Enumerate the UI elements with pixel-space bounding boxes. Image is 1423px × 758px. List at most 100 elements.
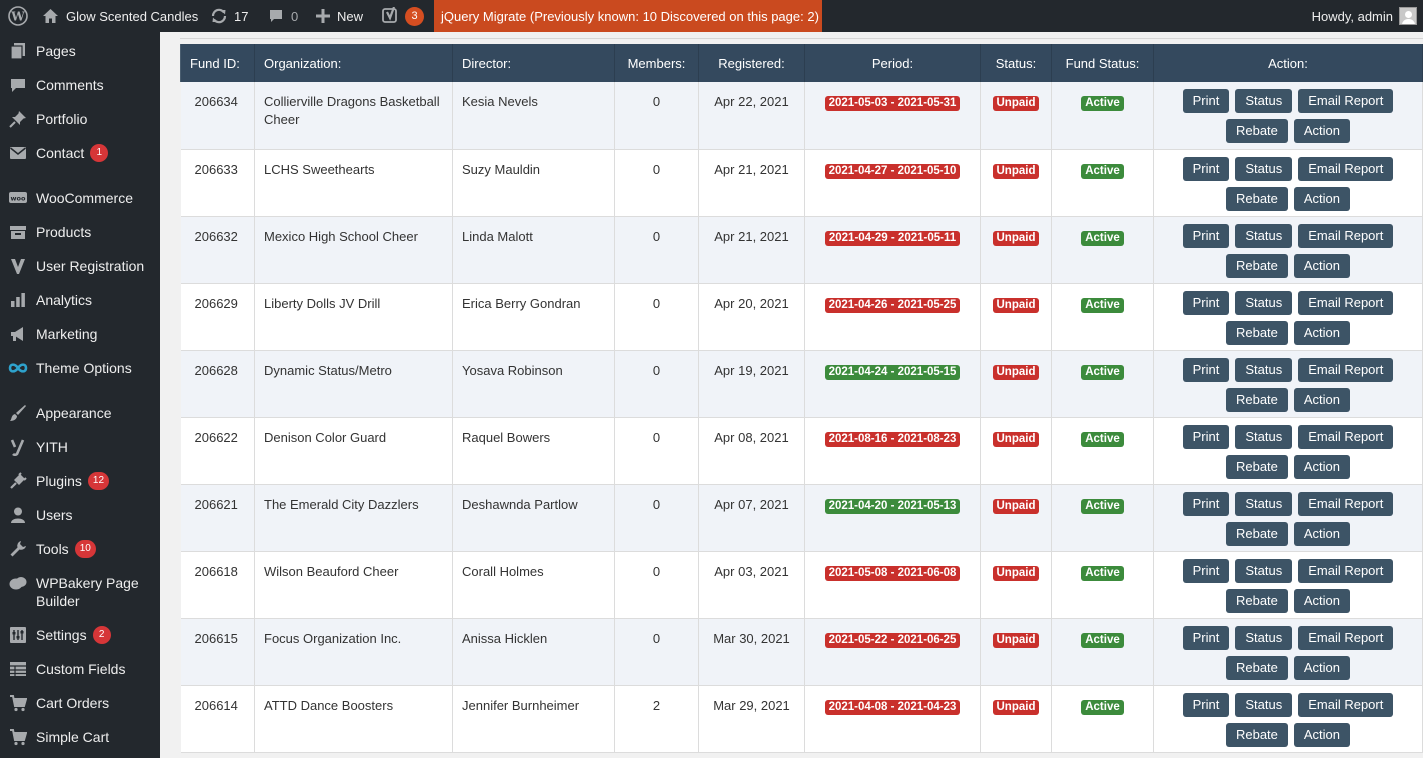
rebate-button[interactable]: Rebate xyxy=(1225,320,1288,345)
status-cell: Unpaid xyxy=(980,149,1052,217)
sidebar-item-woocommerce[interactable]: woo WooCommerce xyxy=(0,189,160,207)
action-button[interactable]: Action xyxy=(1293,253,1351,278)
action-button[interactable]: Action xyxy=(1293,454,1351,479)
status-cell: Unpaid xyxy=(980,551,1052,619)
action-button[interactable]: Action xyxy=(1293,722,1351,747)
rebate-button[interactable]: Rebate xyxy=(1225,722,1288,747)
period-cell: 2021-04-26 - 2021-05-25 xyxy=(804,283,981,351)
action-cell: Print Status Email Report Rebate Action xyxy=(1153,685,1423,753)
header-registered[interactable]: Registered: xyxy=(698,44,805,82)
action-button[interactable]: Action xyxy=(1293,655,1351,680)
sidebar-item-plugins[interactable]: Plugins 12 xyxy=(0,472,160,490)
sidebar-item-cart-orders[interactable]: Cart Orders xyxy=(0,694,160,712)
header-fund-status[interactable]: Fund Status: xyxy=(1051,44,1154,82)
organization-cell: LCHS Sweethearts xyxy=(254,149,453,217)
email-report-button[interactable]: Email Report xyxy=(1298,290,1394,315)
action-button[interactable]: Action xyxy=(1293,588,1351,613)
header-period[interactable]: Period: xyxy=(804,44,981,82)
updates-link[interactable]: 17 xyxy=(210,0,248,32)
sidebar-item-pages[interactable]: Pages xyxy=(0,42,160,60)
status-button[interactable]: Status xyxy=(1235,223,1293,248)
jquery-migrate-notice[interactable]: jQuery Migrate (Previously known: 10 Dis… xyxy=(434,0,822,32)
header-organization[interactable]: Organization: xyxy=(254,44,453,82)
email-report-button[interactable]: Email Report xyxy=(1298,558,1394,583)
sidebar-item-appearance[interactable]: Appearance xyxy=(0,404,160,422)
notification-count-badge: 12 xyxy=(87,472,110,490)
sidebar-item-yith[interactable]: YITH xyxy=(0,438,160,456)
fund-status-badge: Active xyxy=(1081,297,1124,313)
email-report-button[interactable]: Email Report xyxy=(1298,692,1394,717)
sidebar-item-analytics[interactable]: Analytics xyxy=(0,291,160,309)
payment-status-badge: Unpaid xyxy=(992,498,1040,514)
sidebar-item-theme-options[interactable]: Theme Options xyxy=(0,359,160,377)
rebate-button[interactable]: Rebate xyxy=(1225,253,1288,278)
print-button[interactable]: Print xyxy=(1182,223,1230,248)
action-button[interactable]: Action xyxy=(1293,521,1351,546)
action-button[interactable]: Action xyxy=(1293,387,1351,412)
my-account-link[interactable]: Howdy, admin xyxy=(1312,0,1417,32)
sidebar-item-label-wrap: Users xyxy=(36,506,154,524)
sidebar-item-marketing[interactable]: Marketing xyxy=(0,325,160,343)
status-button[interactable]: Status xyxy=(1235,290,1293,315)
email-report-button[interactable]: Email Report xyxy=(1298,89,1394,113)
comment-bubble-icon xyxy=(268,8,284,24)
rebate-button[interactable]: Rebate xyxy=(1225,454,1288,479)
wordpress-logo-icon[interactable]: W xyxy=(8,0,28,32)
rebate-button[interactable]: Rebate xyxy=(1225,186,1288,211)
sidebar-item-users[interactable]: Users xyxy=(0,506,160,524)
status-button[interactable]: Status xyxy=(1235,156,1293,181)
sidebar-item-contact[interactable]: Contact 1 xyxy=(0,144,160,162)
email-report-button[interactable]: Email Report xyxy=(1298,491,1394,516)
payment-status-badge: Unpaid xyxy=(992,364,1040,380)
print-button[interactable]: Print xyxy=(1182,357,1230,382)
sidebar-item-comments[interactable]: Comments xyxy=(0,76,160,94)
print-button[interactable]: Print xyxy=(1182,156,1230,181)
header-status[interactable]: Status: xyxy=(980,44,1052,82)
yoast-seo-link[interactable]: 3 xyxy=(382,0,424,32)
print-button[interactable]: Print xyxy=(1182,692,1230,717)
sidebar-item-products[interactable]: Products xyxy=(0,223,160,241)
email-report-button[interactable]: Email Report xyxy=(1298,223,1394,248)
period-badge: 2021-04-26 - 2021-05-25 xyxy=(824,297,961,313)
rebate-button[interactable]: Rebate xyxy=(1225,521,1288,546)
rebate-button[interactable]: Rebate xyxy=(1225,655,1288,680)
sidebar-item-custom-fields[interactable]: Custom Fields xyxy=(0,660,160,678)
email-report-button[interactable]: Email Report xyxy=(1298,424,1394,449)
infinity-icon xyxy=(0,359,36,377)
sidebar-item-portfolio[interactable]: Portfolio xyxy=(0,110,160,128)
comments-link[interactable]: 0 xyxy=(268,0,298,32)
print-button[interactable]: Print xyxy=(1182,89,1230,113)
print-button[interactable]: Print xyxy=(1182,625,1230,650)
email-report-button[interactable]: Email Report xyxy=(1298,625,1394,650)
rebate-button[interactable]: Rebate xyxy=(1225,119,1288,143)
rebate-button[interactable]: Rebate xyxy=(1225,387,1288,412)
status-button[interactable]: Status xyxy=(1235,89,1293,113)
sidebar-item-wpbakery-page-builder[interactable]: WPBakery Page Builder xyxy=(0,574,160,610)
status-button[interactable]: Status xyxy=(1235,625,1293,650)
status-button[interactable]: Status xyxy=(1235,424,1293,449)
action-button[interactable]: Action xyxy=(1293,119,1351,143)
sidebar-item-tools[interactable]: Tools 10 xyxy=(0,540,160,558)
header-members[interactable]: Members: xyxy=(614,44,699,82)
sidebar-item-user-registration[interactable]: User Registration xyxy=(0,257,160,275)
email-report-button[interactable]: Email Report xyxy=(1298,357,1394,382)
status-button[interactable]: Status xyxy=(1235,558,1293,583)
print-button[interactable]: Print xyxy=(1182,491,1230,516)
header-director[interactable]: Director: xyxy=(452,44,615,82)
sidebar-item-settings[interactable]: Settings 2 xyxy=(0,626,160,644)
status-button[interactable]: Status xyxy=(1235,357,1293,382)
print-button[interactable]: Print xyxy=(1182,290,1230,315)
header-fund-id[interactable]: Fund ID: xyxy=(180,44,255,82)
site-name-link[interactable]: Glow Scented Candles xyxy=(42,0,198,32)
action-button[interactable]: Action xyxy=(1293,320,1351,345)
status-cell: Unpaid xyxy=(980,216,1052,284)
action-button[interactable]: Action xyxy=(1293,186,1351,211)
print-button[interactable]: Print xyxy=(1182,558,1230,583)
email-report-button[interactable]: Email Report xyxy=(1298,156,1394,181)
new-content-link[interactable]: New xyxy=(316,0,363,32)
rebate-button[interactable]: Rebate xyxy=(1225,588,1288,613)
sidebar-item-simple-cart[interactable]: Simple Cart xyxy=(0,728,160,746)
status-button[interactable]: Status xyxy=(1235,692,1293,717)
status-button[interactable]: Status xyxy=(1235,491,1293,516)
print-button[interactable]: Print xyxy=(1182,424,1230,449)
